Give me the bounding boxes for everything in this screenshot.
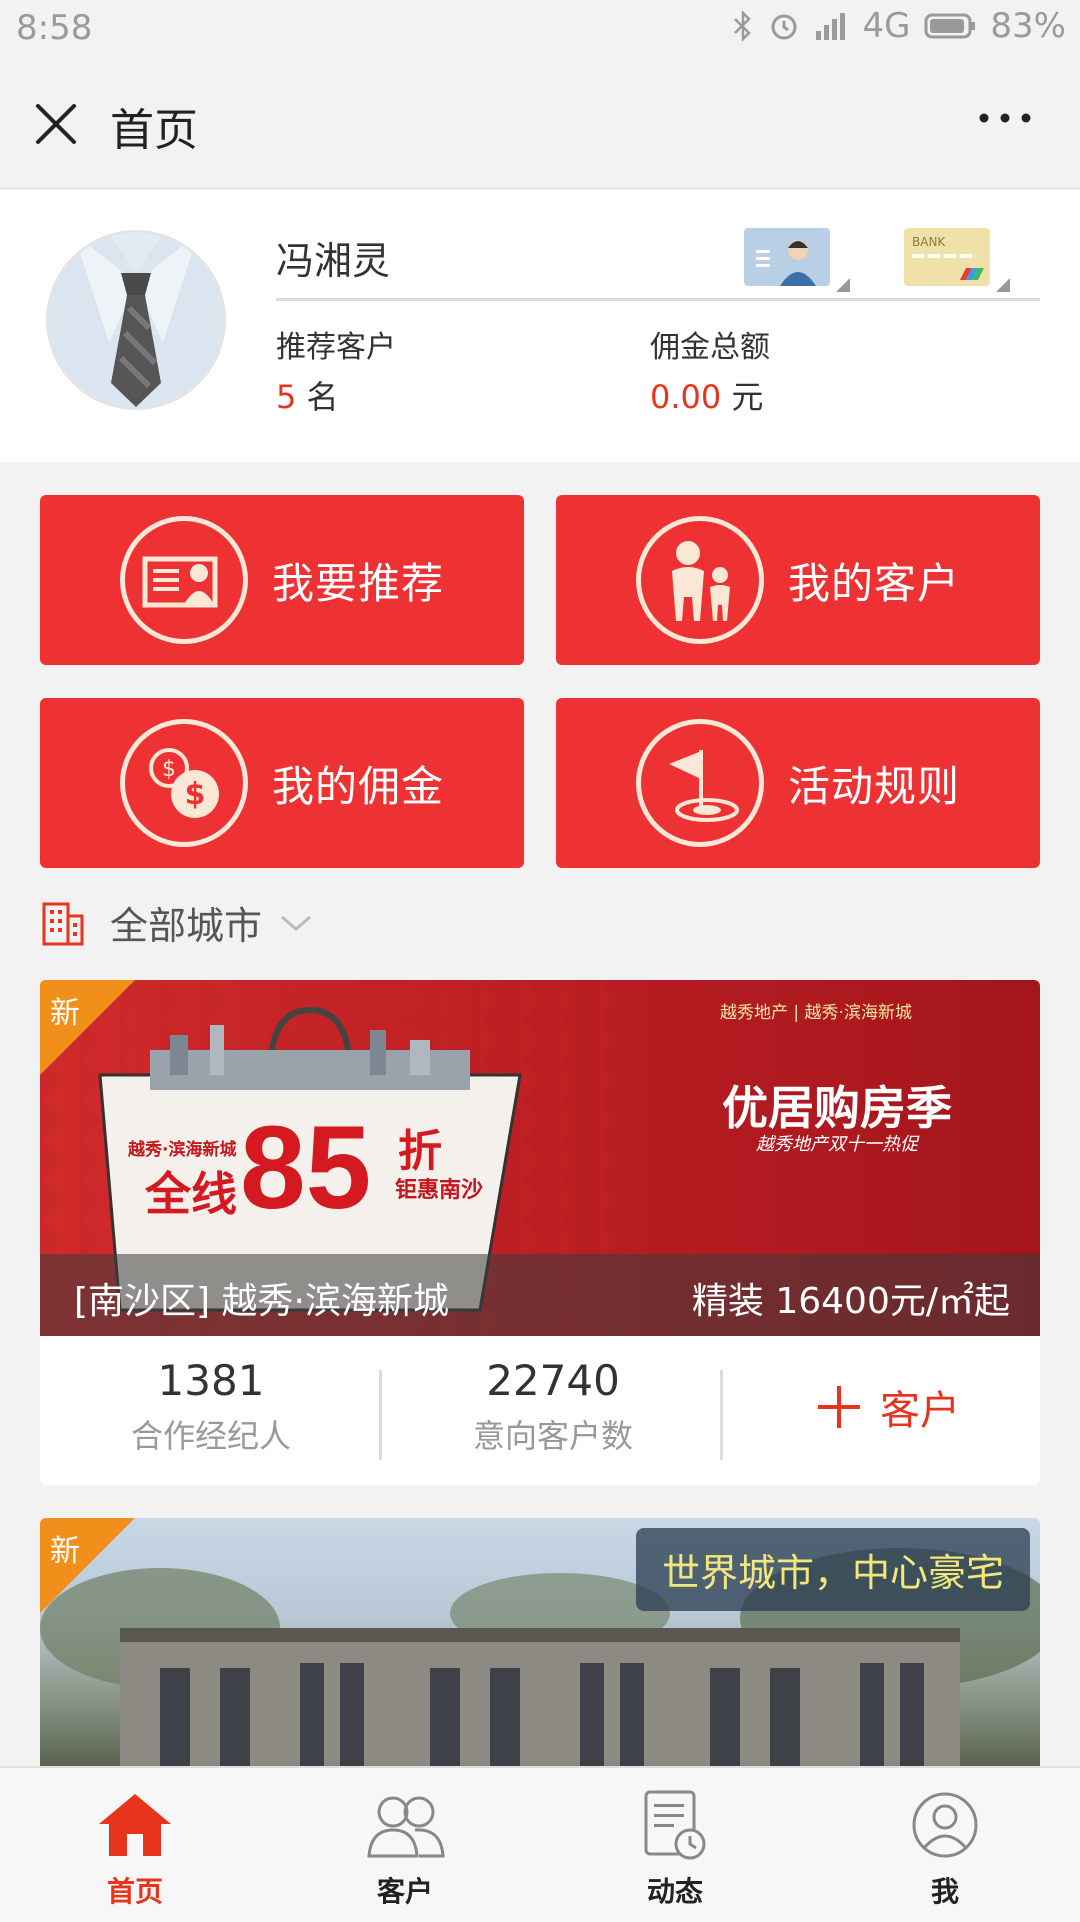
agents-stat: 1381 合作经纪人 (46, 1356, 376, 1457)
user-name: 冯湘灵 (276, 239, 391, 283)
recommend-icon (120, 516, 248, 644)
close-icon (36, 104, 76, 144)
tab-customers[interactable]: 客户 (270, 1786, 540, 1910)
activity-rules-label: 活动规则 (788, 761, 961, 811)
intent-customers-stat: 22740 意向客户数 (388, 1356, 718, 1457)
add-customer-label: 客户 (880, 1388, 960, 1434)
avatar[interactable] (46, 230, 226, 410)
recommend-count: 5 名 (276, 372, 339, 418)
divider (379, 1370, 382, 1460)
flag-target-icon (636, 719, 764, 847)
project-stats: 1381 合作经纪人 22740 意向客户数 客户 (40, 1336, 1040, 1485)
bank-card-dropdown-icon (996, 278, 1010, 292)
bluetooth-icon (732, 10, 754, 42)
divider (276, 298, 1040, 301)
my-commission-label: 我的佣金 (272, 761, 445, 811)
battery-level: 83% (990, 6, 1066, 46)
project-card[interactable]: 新 世界城市，中心豪宅 (40, 1518, 1040, 1768)
document-clock-icon (644, 1790, 706, 1860)
add-customer-button[interactable]: 客户 (816, 1378, 960, 1436)
intent-customers-count: 22740 (486, 1356, 620, 1405)
project-title: [南沙区] 越秀·滨海新城 (74, 1281, 449, 1322)
banner-caption: [南沙区] 越秀·滨海新城 精装 16400元/㎡起 (40, 1254, 1040, 1336)
avatar-tie-icon (49, 233, 223, 407)
close-button[interactable] (30, 98, 82, 150)
tab-activity[interactable]: 动态 (540, 1786, 810, 1910)
banner-discount-prefix: 全线 (145, 1167, 237, 1221)
project-card[interactable]: 越秀·滨海新城 全线 85 折 钜惠南沙 越秀地产 | 越秀·滨海新城 优居购房… (40, 980, 1040, 1485)
banner-subtitle: 越秀地产双十一热促 (756, 1134, 918, 1155)
status-time: 8:58 (16, 8, 93, 48)
agents-count: 1381 (157, 1356, 265, 1405)
battery-icon (924, 12, 976, 40)
network-type: 4G (862, 6, 911, 46)
bank-card-icon: BANK (904, 228, 990, 286)
recommend-count-unit: 名 (306, 378, 339, 416)
page-title: 首页 (110, 105, 198, 156)
recommend-label: 我要推荐 (272, 558, 445, 608)
nav-header: 首页 (0, 58, 1080, 189)
intent-customers-label: 意向客户数 (472, 1417, 633, 1455)
new-badge-label: 新 (50, 1534, 80, 1569)
project-banner[interactable]: 越秀·滨海新城 全线 85 折 钜惠南沙 越秀地产 | 越秀·滨海新城 优居购房… (40, 980, 1040, 1336)
profile-panel: 冯湘灵 BANK 推荐客户 5 名 佣金总额 0.00 元 (0, 190, 1080, 462)
users-icon (367, 1796, 445, 1858)
recommend-label: 推荐客户 (276, 330, 396, 365)
banner-headline: 优居购房季 (722, 1081, 952, 1135)
plus-icon (818, 1386, 860, 1428)
recommend-button[interactable]: 我要推荐 (40, 495, 524, 665)
my-commission-button[interactable]: $ $ 我的佣金 (40, 698, 524, 868)
city-filter-label: 全部城市 (110, 904, 263, 948)
commission-total: 0.00 元 (650, 372, 763, 418)
svg-text:$: $ (162, 757, 176, 782)
svg-text:$: $ (185, 777, 206, 812)
status-bar: 8:58 4G 83% (0, 0, 1080, 58)
my-customers-button[interactable]: 我的客户 (556, 495, 1040, 665)
commission-total-unit: 元 (731, 378, 764, 416)
tab-home[interactable]: 首页 (0, 1786, 270, 1910)
tab-activity-label: 动态 (646, 1875, 703, 1908)
tab-customers-label: 客户 (376, 1875, 433, 1908)
banner-promo-text: 钜惠南沙 (395, 1178, 484, 1203)
more-icon (979, 113, 1031, 123)
tab-bar: 首页 客户 动态 我 (0, 1766, 1080, 1922)
user-profile-icon (912, 1792, 978, 1858)
new-badge-label: 新 (50, 996, 80, 1031)
signal-icon (814, 11, 848, 41)
banner-discount-suffix: 折 (398, 1126, 442, 1177)
bank-card-button[interactable]: BANK (904, 228, 990, 286)
city-filter[interactable]: 全部城市 (40, 895, 316, 950)
commission-total-value: 0.00 (650, 378, 722, 416)
tab-me-label: 我 (930, 1875, 959, 1908)
chevron-down-icon (281, 915, 311, 931)
agents-label: 合作经纪人 (130, 1417, 291, 1455)
divider (720, 1370, 723, 1460)
customers-icon (636, 516, 764, 644)
banner-discount-number: 85 (240, 1102, 372, 1234)
coins-icon: $ $ (120, 719, 248, 847)
home-icon (99, 1794, 171, 1856)
recommend-count-value: 5 (276, 378, 297, 416)
more-button[interactable] (970, 98, 1040, 138)
banner-brand: 越秀地产 | 越秀·滨海新城 (720, 1003, 912, 1023)
commission-label: 佣金总额 (650, 330, 770, 365)
activity-rules-button[interactable]: 活动规则 (556, 698, 1040, 868)
tab-me[interactable]: 我 (810, 1786, 1080, 1910)
status-icons: 4G 83% (732, 6, 1066, 46)
my-customers-label: 我的客户 (788, 558, 961, 608)
project-slogan: 世界城市，中心豪宅 (635, 1528, 1030, 1611)
alarm-icon (768, 10, 800, 42)
tab-home-label: 首页 (106, 1875, 163, 1908)
id-card-icon (744, 228, 830, 286)
id-card-button[interactable] (744, 228, 830, 286)
banner-project-name: 越秀·滨海新城 (128, 1140, 237, 1160)
project-price: 精装 16400元/㎡起 (691, 1281, 1010, 1322)
building-icon (42, 902, 84, 945)
id-card-dropdown-icon (836, 278, 850, 292)
svg-text:BANK: BANK (912, 235, 946, 249)
